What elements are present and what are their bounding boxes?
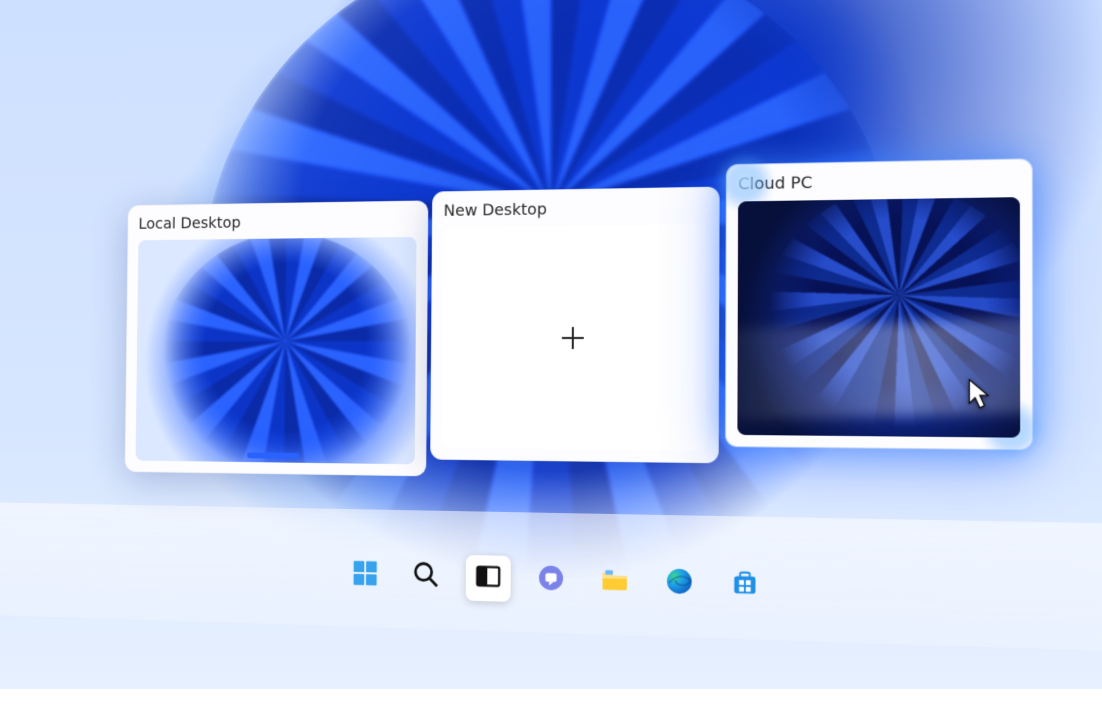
edge-browser-icon [664, 566, 695, 601]
desktop-thumbnail-new [442, 224, 707, 451]
desktop-thumbnail-local [136, 237, 417, 464]
chat-icon [536, 563, 566, 598]
search-icon [412, 560, 441, 594]
cursor-icon [968, 379, 992, 411]
desktop-card-label: New Desktop [444, 197, 708, 220]
taskbar-taskview-button[interactable] [466, 555, 511, 602]
taskbar-edge-button[interactable] [656, 559, 703, 607]
taskbar-start-button[interactable] [343, 552, 387, 598]
desktop-card-label: Local Desktop [138, 210, 416, 232]
task-view-icon [473, 561, 502, 596]
bloom-thumbnail-icon [155, 237, 417, 464]
motion-glare [737, 314, 1020, 422]
taskbar-store-button[interactable] [721, 561, 769, 609]
windows-start-icon [351, 558, 380, 592]
desktop-card-label: Cloud PC [738, 169, 1020, 194]
folder-icon [600, 564, 630, 599]
desktop-card-local[interactable]: Local Desktop [125, 200, 429, 476]
taskbar-chat-button[interactable] [528, 556, 574, 603]
bloom-dark-thumbnail-icon [762, 197, 1020, 438]
perspective-stage: Local Desktop New Desktop Cloud PC [0, 0, 1102, 689]
desktop-card-cloud[interactable]: Cloud PC [725, 158, 1033, 450]
plus-icon [562, 326, 584, 348]
lens-flare-icon [979, 397, 1045, 461]
taskbar-search-button[interactable] [404, 553, 449, 600]
desktop-card-new[interactable]: New Desktop [430, 187, 720, 464]
desktop-thumbnail-cloud [737, 197, 1020, 438]
taskbar-file-explorer-button[interactable] [592, 558, 638, 606]
microsoft-store-icon [729, 567, 760, 603]
